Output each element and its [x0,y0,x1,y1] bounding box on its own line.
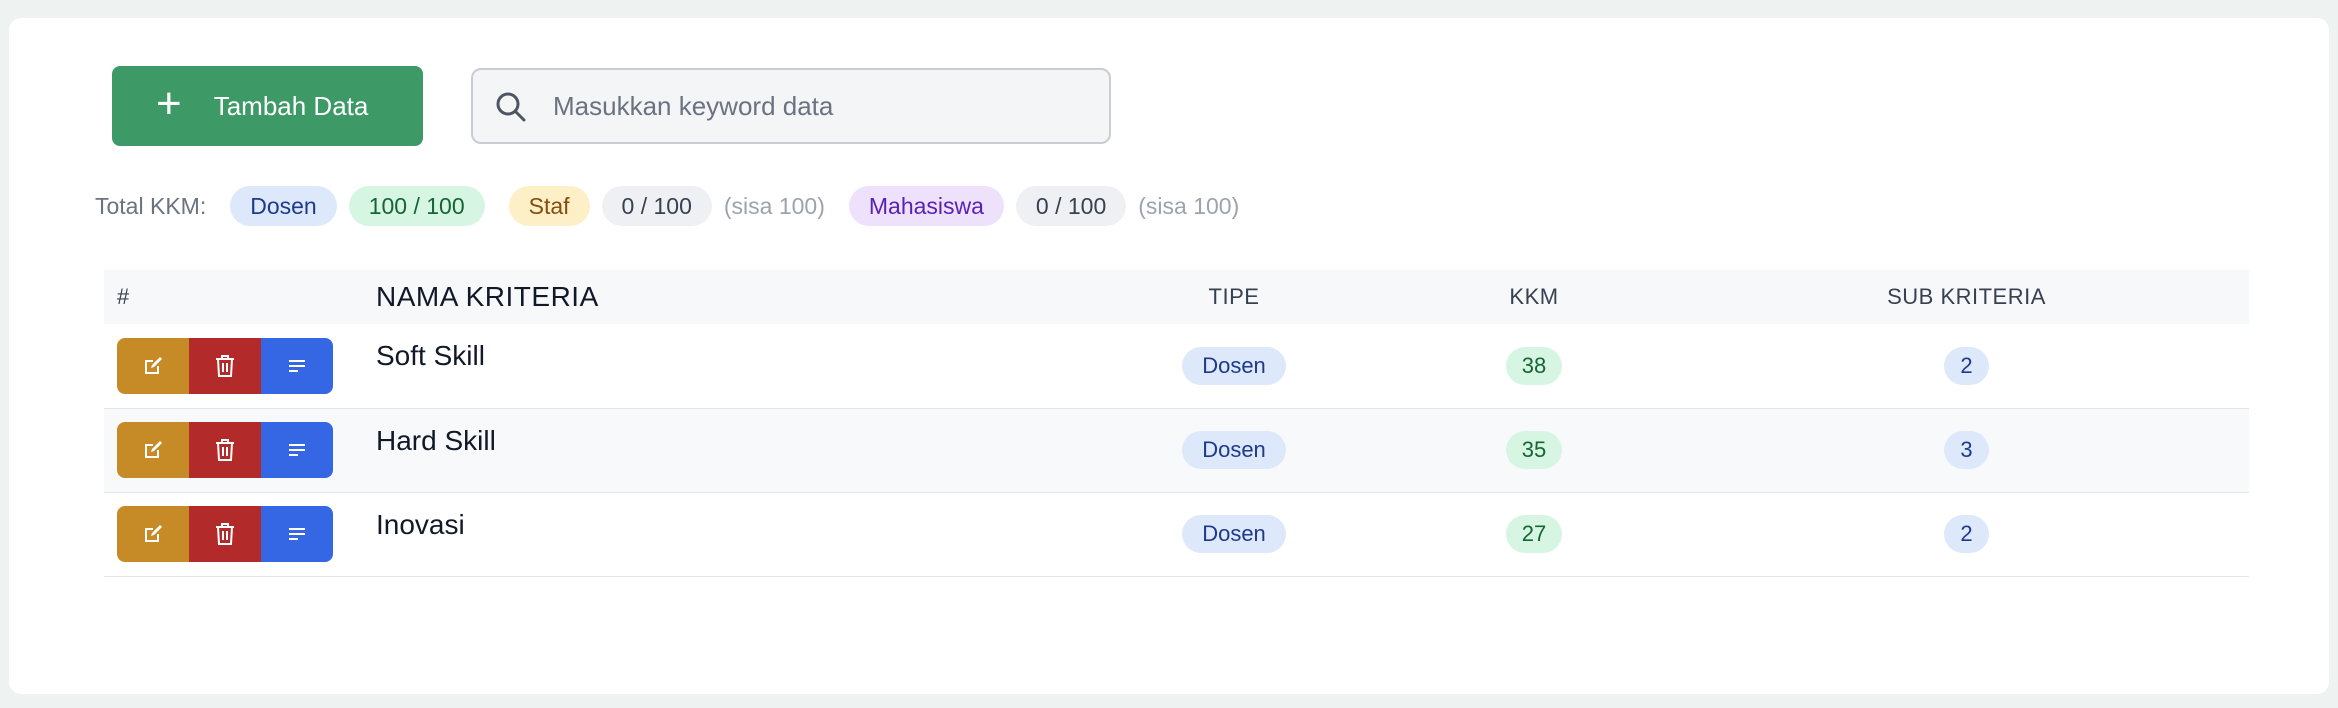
list-icon [289,444,305,456]
kkm-summary-label: Total KKM: [95,192,207,219]
row-actions [104,408,376,493]
header-number: # [104,270,376,324]
header-sub-kriteria: SUB KRITERIA [1684,270,2249,324]
edit-icon [145,356,162,374]
trash-icon [216,439,234,461]
sub-kriteria-button[interactable] [261,337,333,394]
kkm-dosen-badge: Dosen [230,186,337,226]
sub-kriteria-badge: 3 [1944,431,1989,469]
edit-button[interactable] [117,422,189,478]
action-group [117,337,333,394]
kkm-mahasiswa-value: 0 / 100 [1015,186,1127,226]
table-header-row: # NAMA KRITERIA TIPE KKM SUB KRITERIA [104,270,2249,324]
table-row: Soft Skill Dosen 38 2 [104,324,2249,409]
tipe-badge: Dosen [1182,346,1286,385]
search-box [471,68,1111,144]
toolbar: + Tambah Data [112,66,1111,146]
sub-kriteria-button[interactable] [261,422,333,478]
trash-icon [216,523,234,545]
edit-button[interactable] [117,337,189,394]
sub-kriteria-badge: 2 [1944,515,1989,553]
list-icon [289,359,305,372]
kkm-staf-value: 0 / 100 [601,186,712,226]
kkm-staf-badge: Staf [508,186,590,226]
kkm-badge: 27 [1505,515,1563,553]
table-row: Inovasi Dosen 27 2 [104,492,2249,577]
search-icon [496,92,526,122]
sub-kriteria-button[interactable] [261,506,333,562]
edit-icon [145,441,162,458]
table-row: Hard Skill Dosen 35 3 [104,408,2249,493]
tipe-badge: Dosen [1182,515,1286,553]
edit-button[interactable] [117,506,189,562]
header-kkm: KKM [1384,270,1684,324]
add-data-label: Tambah Data [213,90,369,121]
tipe-badge: Dosen [1182,431,1286,469]
row-actions [104,492,376,577]
list-icon [289,528,305,540]
delete-button[interactable] [189,337,261,394]
kkm-dosen-value: 100 / 100 [348,186,485,226]
row-nama: Soft Skill [376,324,1084,409]
row-nama: Inovasi [376,492,1084,577]
kkm-mahasiswa-badge: Mahasiswa [848,186,1004,226]
header-nama-kriteria: NAMA KRITERIA [376,270,1084,324]
action-group [117,506,333,562]
kkm-staf-sisa: (sisa 100) [723,192,825,219]
kriteria-table: # NAMA KRITERIA TIPE KKM SUB KRITERIA So… [104,270,2249,577]
action-group [117,422,333,478]
kkm-mahasiswa-sisa: (sisa 100) [1138,192,1240,219]
main-card: + Tambah Data Total KKM: Dosen 100 / 100… [9,18,2329,694]
trash-icon [216,354,234,377]
row-nama: Hard Skill [376,408,1084,493]
add-data-button[interactable]: + Tambah Data [112,66,423,146]
kkm-badge: 38 [1505,346,1563,385]
search-input[interactable] [553,70,1093,142]
delete-button[interactable] [189,506,261,562]
delete-button[interactable] [189,422,261,478]
plus-icon: + [156,79,182,128]
kkm-badge: 35 [1505,431,1563,469]
kkm-summary: Total KKM: Dosen 100 / 100 Staf 0 / 100 … [95,186,1239,226]
edit-icon [145,525,162,542]
row-actions [104,324,376,409]
sub-kriteria-badge: 2 [1944,346,1989,385]
header-tipe: TIPE [1084,270,1384,324]
